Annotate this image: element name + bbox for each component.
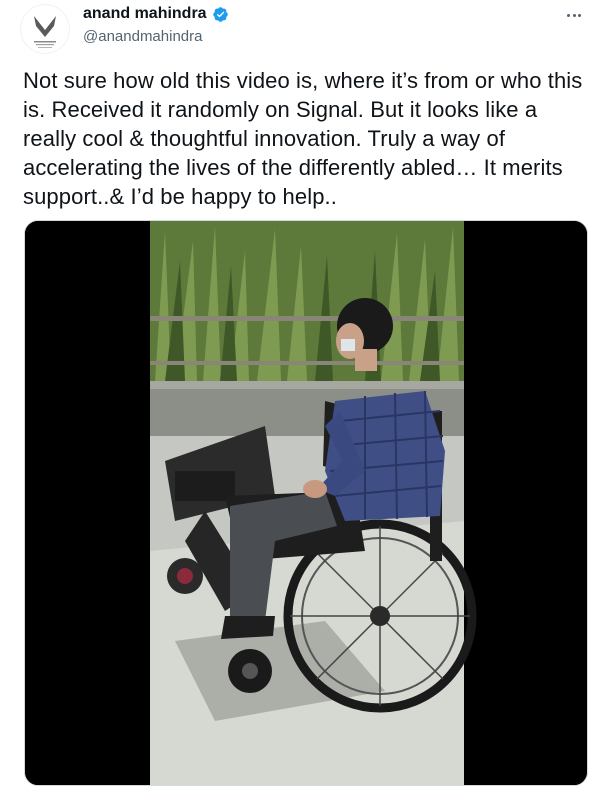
tweet-text: Not sure how old this video is, where it…: [23, 68, 589, 209]
mahindra-logo-icon: [34, 16, 56, 48]
tweet-video[interactable]: [24, 220, 588, 786]
avatar[interactable]: [20, 4, 70, 54]
author-name-row: anand mahindra: [83, 5, 229, 23]
verified-badge-icon: [212, 6, 228, 22]
author-handle[interactable]: @anandmahindra: [83, 28, 202, 45]
more-options-icon[interactable]: [562, 6, 586, 24]
author-display-name[interactable]: anand mahindra: [83, 5, 207, 23]
tweet: anand mahindra @anandmahindra Not sure h…: [0, 0, 600, 791]
video-frame: [25, 221, 587, 785]
